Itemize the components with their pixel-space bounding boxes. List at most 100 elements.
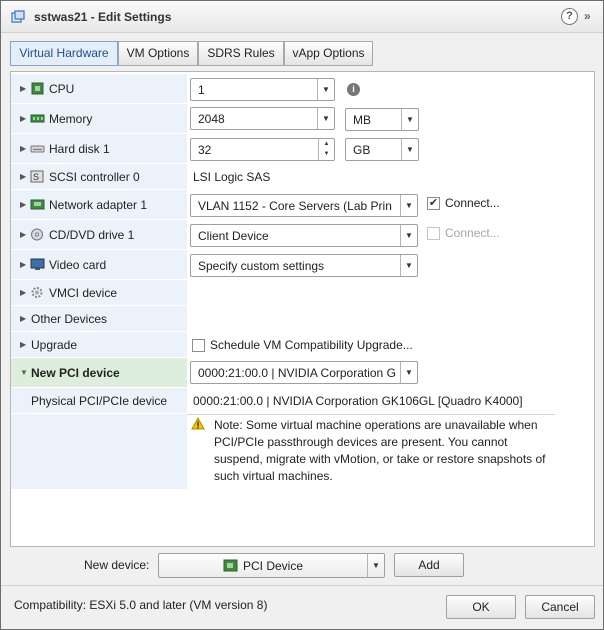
upgrade-check-label: Schedule VM Compatibility Upgrade... (210, 338, 413, 352)
expand-arrow-icon[interactable]: ▶ (20, 230, 26, 239)
passthrough-note: Note: Some virtual machine operations ar… (214, 418, 546, 483)
new-pci-row: ▼ New PCI device 0000:21:00.0 | NVIDIA C… (11, 358, 594, 388)
note-label-cell (11, 414, 187, 490)
network-row: ▶ Network adapter 1 VLAN 1152 - Core Ser… (11, 190, 594, 220)
footer-divider (1, 585, 603, 586)
chevron-down-icon[interactable]: ▼ (400, 195, 417, 216)
expand-arrow-icon[interactable]: ▶ (20, 144, 26, 153)
cddvd-label-cell[interactable]: ▶ CD/DVD drive 1 (11, 220, 187, 250)
expand-arrow-icon[interactable]: ▶ (20, 340, 26, 349)
tab-vapp-options[interactable]: vApp Options (284, 41, 373, 66)
cpu-row: ▶ CPU 1 ▼ i (11, 74, 594, 104)
other-devices-label: Other Devices (31, 312, 108, 326)
expand-arrow-icon[interactable]: ▶ (20, 172, 26, 181)
chevron-down-icon[interactable]: ▼ (400, 255, 417, 276)
new-pci-label-cell[interactable]: ▼ New PCI device (11, 358, 187, 388)
hard-disk-value: 32 (198, 143, 212, 157)
memory-unit: MB (353, 113, 371, 127)
cpu-select[interactable]: 1 ▼ (190, 78, 335, 101)
expand-arrow-icon[interactable]: ▶ (20, 314, 26, 323)
pci-device-icon (223, 559, 238, 572)
hard-disk-icon (30, 145, 45, 153)
video-label-cell[interactable]: ▶ Video card (11, 250, 187, 280)
scsi-label: SCSI controller 0 (49, 170, 140, 184)
upgrade-label-cell[interactable]: ▶ Upgrade (11, 332, 187, 358)
chevron-down-icon[interactable]: ▼ (400, 362, 417, 383)
chevron-down-icon[interactable]: ▼ (400, 225, 417, 246)
memory-row: ▶ Memory 2048 ▼ MB ▼ (11, 104, 594, 134)
stepper-icon[interactable]: ▲ ▼ (318, 139, 334, 160)
vmci-label: VMCI device (49, 286, 118, 300)
ok-button[interactable]: OK (446, 595, 516, 619)
cddvd-select[interactable]: Client Device ▼ (190, 224, 418, 247)
network-select[interactable]: VLAN 1152 - Core Servers (Lab Prin ▼ (190, 194, 418, 217)
warning-icon (191, 417, 205, 430)
hard-disk-label-cell[interactable]: ▶ Hard disk 1 (11, 134, 187, 164)
chevron-down-icon[interactable]: ▼ (317, 79, 334, 100)
cpu-label-cell[interactable]: ▶ CPU (11, 74, 187, 104)
chevron-down-icon[interactable]: ▼ (401, 139, 418, 160)
chevron-down-icon[interactable]: ▼ (367, 554, 384, 577)
tab-sdrs-rules[interactable]: SDRS Rules (198, 41, 284, 66)
scsi-row: ▶ S SCSI controller 0 LSI Logic SAS (11, 164, 594, 190)
memory-label-cell[interactable]: ▶ Memory (11, 104, 187, 134)
cpu-label: CPU (49, 82, 75, 96)
hard-disk-row: ▶ Hard disk 1 32 ▲ ▼ GB ▼ (11, 134, 594, 164)
chevron-down-icon[interactable]: ▼ (317, 108, 334, 129)
physical-pci-row: Physical PCI/PCIe device 0000:21:00.0 | … (11, 388, 594, 414)
memory-unit-select[interactable]: MB ▼ (345, 108, 419, 131)
expand-arrow-icon[interactable]: ▶ (20, 114, 26, 123)
new-pci-select[interactable]: 0000:21:00.0 | NVIDIA Corporation G ▼ (190, 361, 418, 384)
note-divider (187, 414, 555, 415)
title-bar[interactable]: sstwas21 - Edit Settings ? » (1, 1, 603, 33)
cddvd-value: Client Device (198, 229, 269, 243)
new-device-select[interactable]: PCI Device ▼ (158, 553, 385, 578)
expand-icon[interactable]: » (584, 9, 590, 23)
vmci-row: ▶ VMCI device (11, 280, 594, 306)
monitor-icon (30, 258, 45, 270)
new-pci-label: New PCI device (31, 366, 120, 380)
physical-pci-label-cell: Physical PCI/PCIe device (11, 388, 187, 414)
network-label-cell[interactable]: ▶ Network adapter 1 (11, 190, 187, 220)
chevron-down-icon[interactable]: ▼ (401, 109, 418, 130)
memory-input[interactable]: 2048 ▼ (190, 107, 335, 130)
cpu-icon (31, 82, 44, 95)
network-connect-checkbox[interactable]: ✔ (427, 197, 440, 210)
info-icon[interactable]: i (347, 83, 360, 96)
scsi-controller-icon: S (30, 170, 44, 183)
tab-virtual-hardware[interactable]: Virtual Hardware (10, 41, 118, 66)
network-value: VLAN 1152 - Core Servers (Lab Prin (198, 199, 392, 213)
expand-arrow-icon[interactable]: ▶ (20, 200, 26, 209)
collapse-arrow-icon[interactable]: ▼ (20, 368, 28, 377)
hard-disk-unit: GB (353, 143, 371, 157)
add-device-button[interactable]: Add (394, 553, 464, 577)
cddvd-connect-checkbox[interactable] (427, 227, 440, 240)
tab-vm-options[interactable]: VM Options (118, 41, 198, 66)
upgrade-row: ▶ Upgrade Schedule VM Compatibility Upgr… (11, 332, 594, 358)
video-label: Video card (49, 258, 107, 272)
vm-icon (11, 10, 25, 23)
memory-icon (30, 114, 45, 123)
upgrade-label: Upgrade (31, 338, 78, 352)
expand-arrow-icon[interactable]: ▶ (20, 288, 26, 297)
network-label: Network adapter 1 (49, 198, 148, 212)
scsi-label-cell[interactable]: ▶ S SCSI controller 0 (11, 164, 187, 190)
new-device-value: PCI Device (243, 559, 304, 573)
hard-disk-size-input[interactable]: 32 ▲ ▼ (190, 138, 335, 161)
expand-arrow-icon[interactable]: ▶ (20, 260, 26, 269)
scsi-value: LSI Logic SAS (193, 170, 271, 184)
cd-dvd-icon (31, 228, 43, 241)
vmci-label-cell[interactable]: ▶ VMCI device (11, 280, 187, 306)
hard-disk-unit-select[interactable]: GB ▼ (345, 138, 419, 161)
upgrade-checkbox[interactable] (192, 339, 205, 352)
compatibility-text: Compatibility: ESXi 5.0 and later (VM ve… (14, 598, 268, 612)
video-select[interactable]: Specify custom settings ▼ (190, 254, 418, 277)
cddvd-row: ▶ CD/DVD drive 1 Client Device ▼ Connect… (11, 220, 594, 250)
memory-value: 2048 (198, 112, 225, 126)
other-devices-label-cell[interactable]: ▶ Other Devices (11, 306, 187, 332)
cancel-button[interactable]: Cancel (525, 595, 595, 619)
new-device-label: New device: (84, 558, 150, 572)
expand-arrow-icon[interactable]: ▶ (20, 84, 26, 93)
help-icon[interactable]: ? (561, 8, 578, 25)
network-connect-label: Connect... (445, 196, 500, 210)
